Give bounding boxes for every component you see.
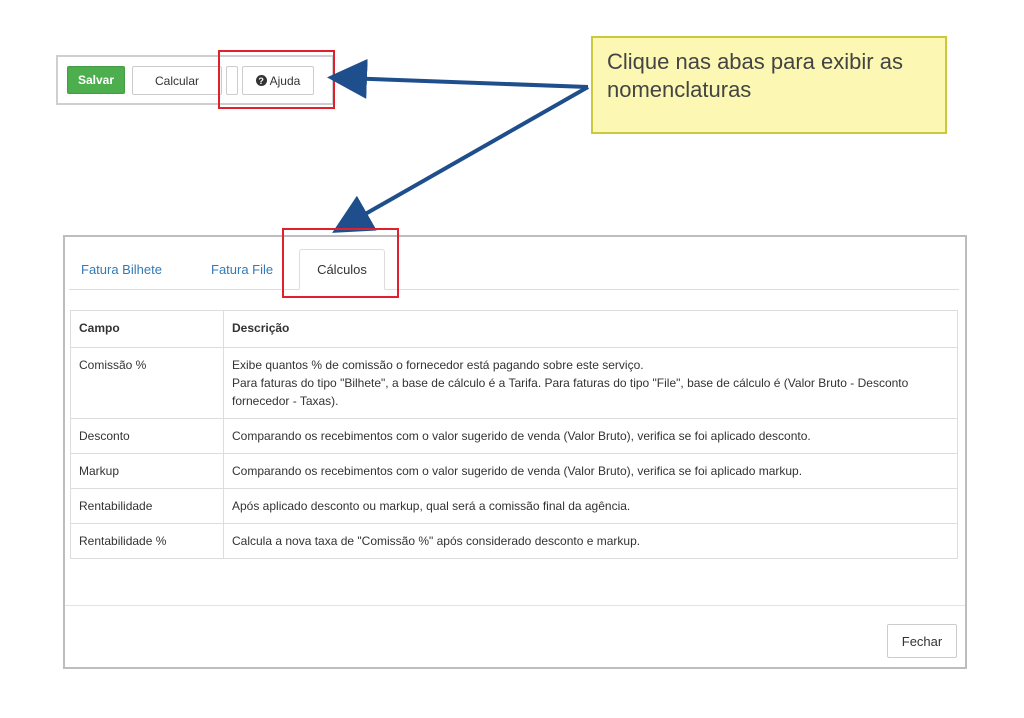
cell-campo: Rentabilidade <box>70 488 224 524</box>
help-button[interactable]: ? Ajuda <box>242 66 314 95</box>
column-header-campo: Campo <box>70 310 224 348</box>
table-row: Rentabilidade % Calcula a nova taxa de "… <box>70 523 958 559</box>
callout-text: Clique nas abas para exibir as nomenclat… <box>607 49 903 102</box>
cell-descricao: Calcula a nova taxa de "Comissão %" após… <box>223 523 958 559</box>
descricao-line: Exibe quantos % de comissão o fornecedor… <box>232 358 644 372</box>
cell-descricao: Exibe quantos % de comissão o fornecedor… <box>223 347 958 419</box>
tab-bar: Fatura Bilhete Fatura File Cálculos <box>69 249 959 290</box>
descricao-line: Para faturas do tipo "Bilhete", a base d… <box>232 376 909 408</box>
toolbar: Salvar Calcular ? Ajuda <box>56 55 334 105</box>
cell-campo: Desconto <box>70 418 224 454</box>
cell-descricao: Comparando os recebimentos com o valor s… <box>223 418 958 454</box>
table-row: Markup Comparando os recebimentos com o … <box>70 453 958 489</box>
column-header-descricao: Descrição <box>223 310 958 348</box>
modal-footer-divider <box>65 605 965 606</box>
tab-fatura-bilhete[interactable]: Fatura Bilhete <box>81 249 191 289</box>
table-row: Desconto Comparando os recebimentos com … <box>70 418 958 454</box>
callout-note: Clique nas abas para exibir as nomenclat… <box>591 36 947 134</box>
cell-campo: Comissão % <box>70 347 224 419</box>
save-button[interactable]: Salvar <box>67 66 125 94</box>
tab-fatura-file[interactable]: Fatura File <box>211 249 291 289</box>
nomenclature-table: Campo Descrição Comissão % Exibe quantos… <box>70 310 958 559</box>
cell-descricao: Após aplicado desconto ou markup, qual s… <box>223 488 958 524</box>
cell-descricao: Comparando os recebimentos com o valor s… <box>223 453 958 489</box>
arrow-to-tab <box>332 85 589 233</box>
toolbar-button-stub[interactable] <box>226 66 238 95</box>
arrow-to-help <box>327 58 589 99</box>
table-header-row: Campo Descrição <box>70 310 958 348</box>
close-button[interactable]: Fechar <box>887 624 957 658</box>
cell-campo: Rentabilidade % <box>70 523 224 559</box>
table-row: Comissão % Exibe quantos % de comissão o… <box>70 347 958 419</box>
help-button-label: Ajuda <box>269 73 301 88</box>
tab-calculos[interactable]: Cálculos <box>299 249 385 290</box>
table-row: Rentabilidade Após aplicado desconto ou … <box>70 488 958 524</box>
question-circle-icon: ? <box>255 75 267 86</box>
cell-campo: Markup <box>70 453 224 489</box>
calculate-button[interactable]: Calcular <box>132 66 222 95</box>
help-modal: Fatura Bilhete Fatura File Cálculos Camp… <box>63 235 967 669</box>
